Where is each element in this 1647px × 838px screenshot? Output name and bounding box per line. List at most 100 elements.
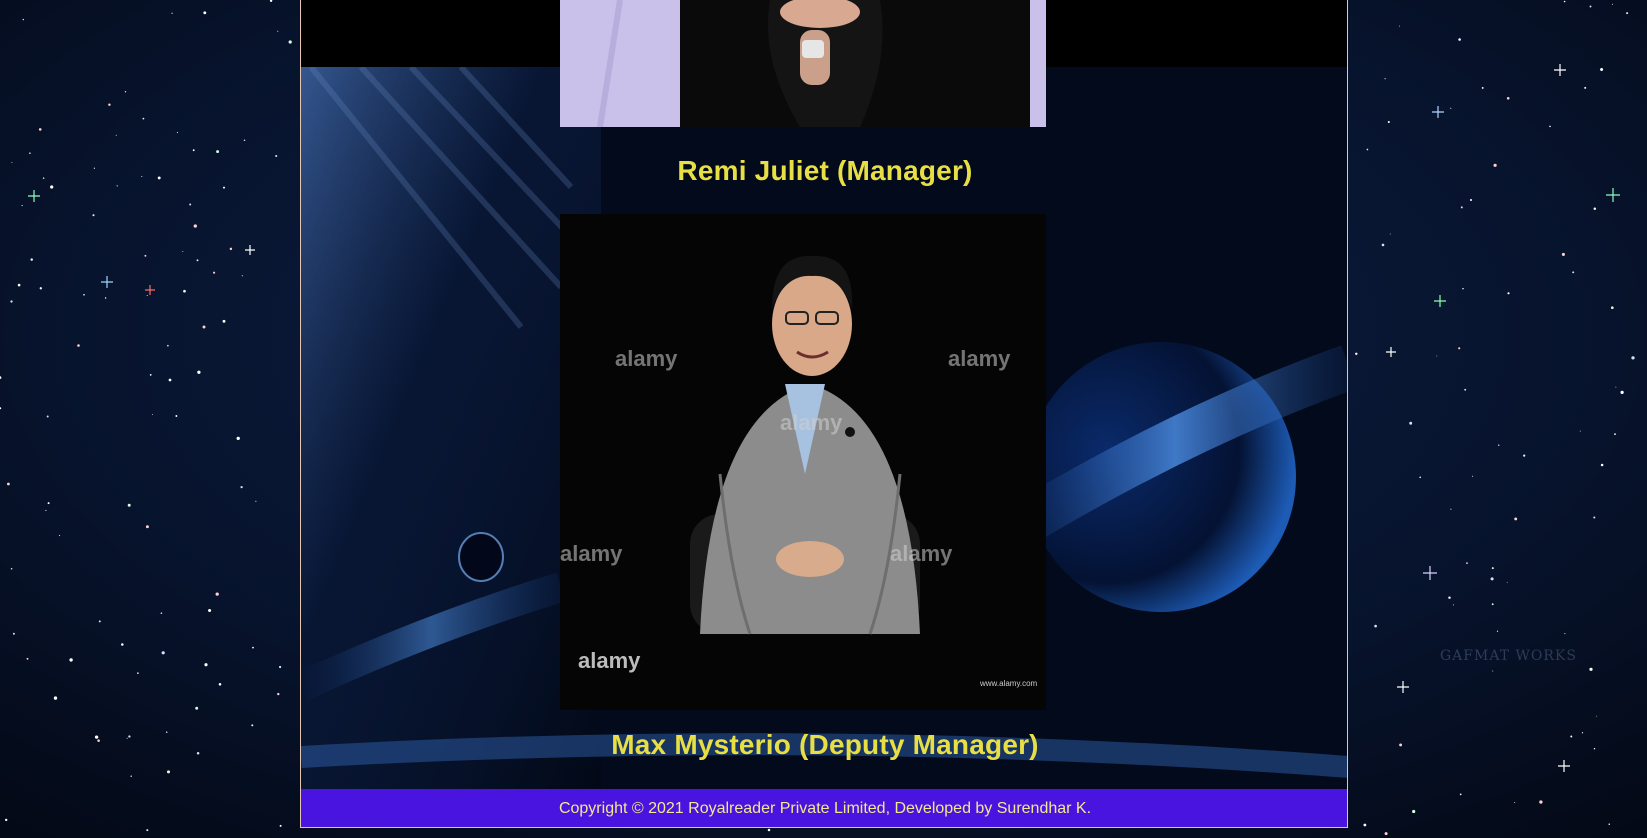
star [1614,433,1616,435]
star [1496,630,1499,632]
star [10,568,13,570]
star [26,657,29,660]
star [1523,454,1526,457]
star [1600,68,1604,71]
star [97,739,100,742]
star [1497,444,1500,446]
star [1409,421,1413,425]
star [767,828,771,832]
star [53,696,58,700]
star [1384,78,1386,80]
star [279,824,282,827]
star [1491,567,1494,570]
star [1593,516,1596,519]
star [1631,356,1635,360]
star [223,186,225,189]
star [1620,390,1624,395]
star [94,735,99,739]
star [251,724,254,727]
star [1464,388,1467,391]
manager-photo-art [560,0,1046,127]
star [83,293,85,296]
star [1514,517,1518,521]
star [137,672,139,674]
star [104,297,107,299]
star [21,205,23,207]
star [240,486,243,489]
star [115,134,117,136]
photo-watermark: alamy [615,346,678,371]
star [47,502,50,505]
star [108,103,111,106]
photo-watermark: alamy [560,541,623,566]
star [241,275,243,277]
star [1615,386,1617,388]
star [1490,577,1494,581]
star [152,414,153,416]
star [1611,3,1613,5]
star [192,149,195,152]
star [1600,463,1604,467]
star [168,378,172,382]
star [189,203,192,206]
star [1381,243,1385,247]
background-watermark: GAFMAT WORKS [1440,648,1577,664]
star [1492,670,1494,672]
star [1387,120,1390,124]
star [166,770,171,774]
star [1460,206,1463,209]
star [77,344,80,347]
star [142,117,145,120]
star [130,775,132,777]
star [11,161,13,163]
star [171,12,173,14]
star [157,176,161,180]
deputy-manager-name-caption: Max Mysterio (Deputy Manager) [611,729,1039,760]
star [1374,624,1377,628]
star [195,706,199,710]
star [46,415,49,418]
star [59,534,61,536]
manager-photo [560,0,1046,127]
star [1514,801,1516,804]
star [6,482,10,486]
star [216,150,220,154]
star [1472,475,1474,477]
main-content-panel: Remi Juliet (Manager) alamy alamy alamy … [300,0,1348,828]
star [1384,832,1388,836]
star [1398,25,1400,27]
star [1462,287,1464,290]
star [121,643,124,646]
star [42,177,45,179]
photo-watermark-url: www.alamy.com [979,679,1038,688]
star [22,18,24,21]
star [277,692,280,696]
star [50,185,54,189]
star [1610,306,1614,310]
star [167,344,169,347]
star [175,415,178,417]
star [1399,743,1403,747]
star [1579,430,1581,432]
star [1450,508,1452,510]
star [4,818,8,822]
photo-watermark: alamy [948,346,1011,371]
star [30,258,33,261]
star [1458,347,1461,350]
star [1561,252,1565,256]
star [1452,604,1454,606]
star [204,663,208,667]
star [1549,125,1551,128]
star [182,251,184,252]
star [12,632,15,635]
star [92,214,95,217]
deputy-manager-photo-art: alamy alamy alamy alamy alamy alamy www.… [560,214,1046,710]
star [127,503,131,507]
star [1459,793,1462,796]
star [215,592,219,596]
star [1458,38,1461,41]
star [1412,809,1416,814]
star [1436,355,1438,357]
star [1506,581,1508,583]
star [1481,86,1484,89]
